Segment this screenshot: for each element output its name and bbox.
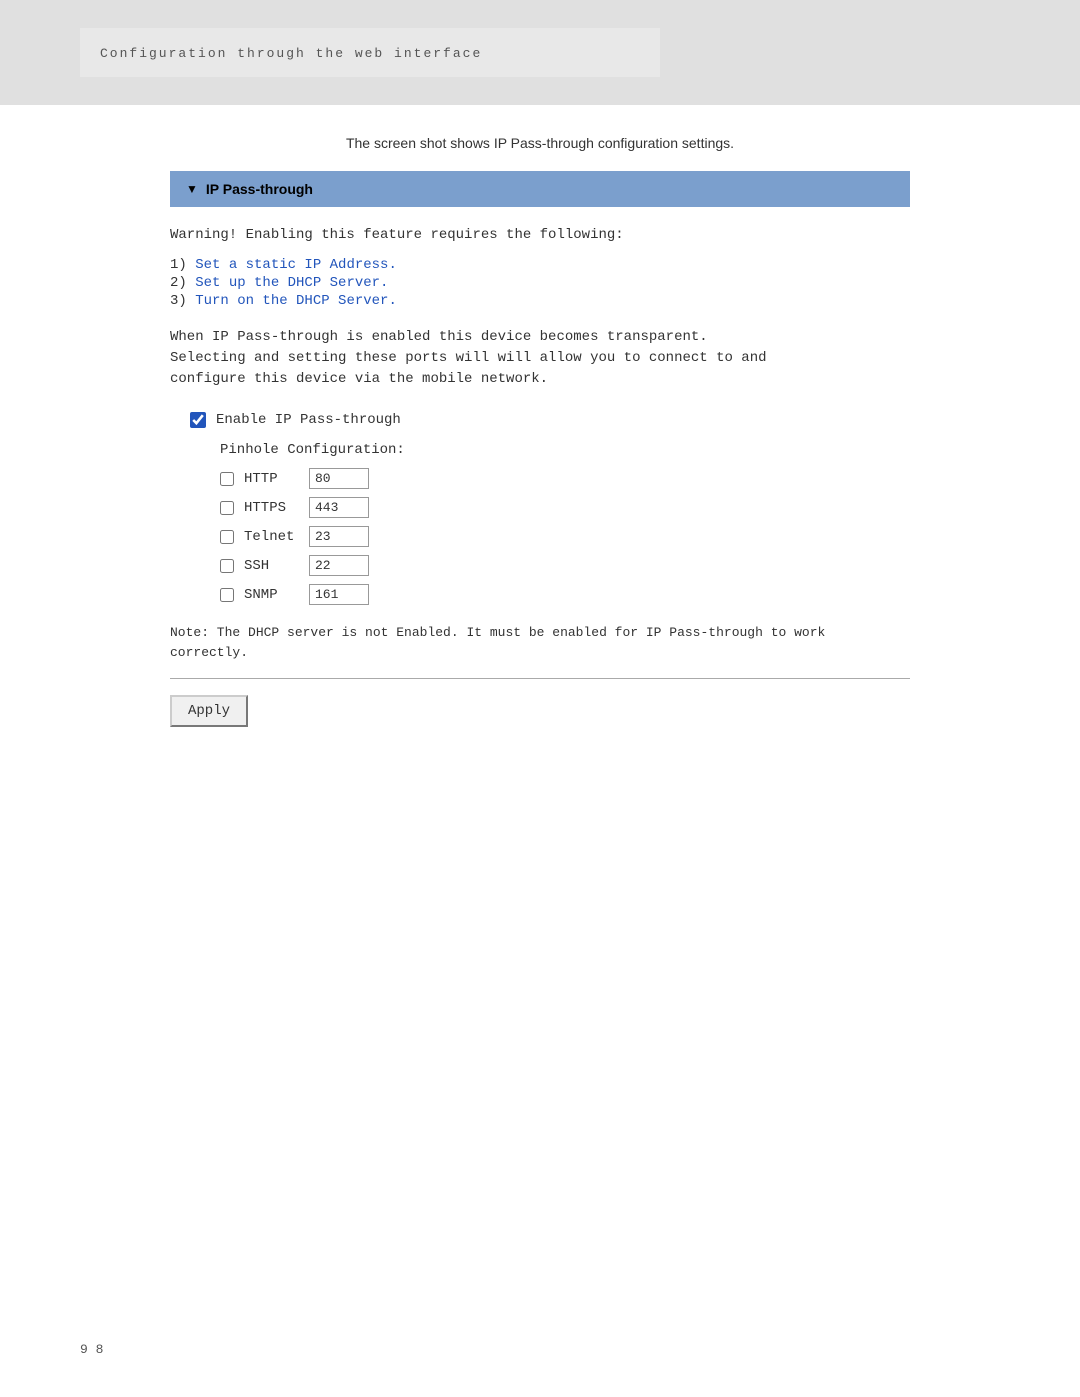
ssh-input[interactable]	[309, 555, 369, 576]
intro-text: The screen shot shows IP Pass-through co…	[170, 135, 910, 151]
page-wrapper: Configuration through the web interface …	[0, 0, 1080, 1397]
page-number: 9 8	[80, 1342, 103, 1357]
link-item-1: 1) Set a static IP Address.	[170, 257, 910, 273]
enable-label: Enable IP Pass-through	[216, 412, 401, 428]
snmp-checkbox[interactable]	[220, 588, 234, 602]
snmp-input[interactable]	[309, 584, 369, 605]
note-text: Note: The DHCP server is not Enabled. It…	[170, 623, 910, 662]
header-band-inner: Configuration through the web interface	[80, 28, 660, 77]
pinhole-row-telnet: Telnet	[220, 526, 910, 547]
pinhole-row-snmp: SNMP	[220, 584, 910, 605]
ssh-label: SSH	[244, 558, 309, 574]
link-item-3-anchor[interactable]: Turn on the DHCP Server.	[195, 293, 397, 309]
link-item-1-anchor[interactable]: Set a static IP Address.	[195, 257, 397, 273]
link-item-3: 3) Turn on the DHCP Server.	[170, 293, 910, 309]
pinhole-row-ssh: SSH	[220, 555, 910, 576]
chevron-icon: ▼	[186, 182, 198, 196]
telnet-input[interactable]	[309, 526, 369, 547]
pinhole-title: Pinhole Configuration:	[220, 442, 910, 458]
snmp-label: SNMP	[244, 587, 309, 603]
telnet-checkbox[interactable]	[220, 530, 234, 544]
warning-text: Warning! Enabling this feature requires …	[170, 227, 910, 243]
enable-row: Enable IP Pass-through	[190, 412, 910, 428]
telnet-label: Telnet	[244, 529, 309, 545]
http-checkbox[interactable]	[220, 472, 234, 486]
ssh-checkbox[interactable]	[220, 559, 234, 573]
http-input[interactable]	[309, 468, 369, 489]
divider	[170, 678, 910, 679]
http-label: HTTP	[244, 471, 309, 487]
pinhole-section: Pinhole Configuration: HTTP HTTPS Telnet	[220, 442, 910, 605]
header-band: Configuration through the web interface	[0, 0, 1080, 105]
https-checkbox[interactable]	[220, 501, 234, 515]
section-title: IP Pass-through	[206, 181, 313, 197]
link-list: 1) Set a static IP Address. 2) Set up th…	[170, 257, 910, 309]
header-label: Configuration through the web interface	[100, 46, 482, 61]
enable-ip-passthrough-checkbox[interactable]	[190, 412, 206, 428]
pinhole-row-http: HTTP	[220, 468, 910, 489]
link-item-1-prefix: 1)	[170, 257, 195, 273]
main-content: The screen shot shows IP Pass-through co…	[90, 135, 990, 727]
pinhole-row-https: HTTPS	[220, 497, 910, 518]
link-item-3-prefix: 3)	[170, 293, 195, 309]
section-header: ▼ IP Pass-through	[170, 171, 910, 207]
description-text: When IP Pass-through is enabled this dev…	[170, 327, 910, 390]
link-item-2-anchor[interactable]: Set up the DHCP Server.	[195, 275, 388, 291]
https-label: HTTPS	[244, 500, 309, 516]
apply-button[interactable]: Apply	[170, 695, 248, 727]
https-input[interactable]	[309, 497, 369, 518]
link-item-2-prefix: 2)	[170, 275, 195, 291]
link-item-2: 2) Set up the DHCP Server.	[170, 275, 910, 291]
